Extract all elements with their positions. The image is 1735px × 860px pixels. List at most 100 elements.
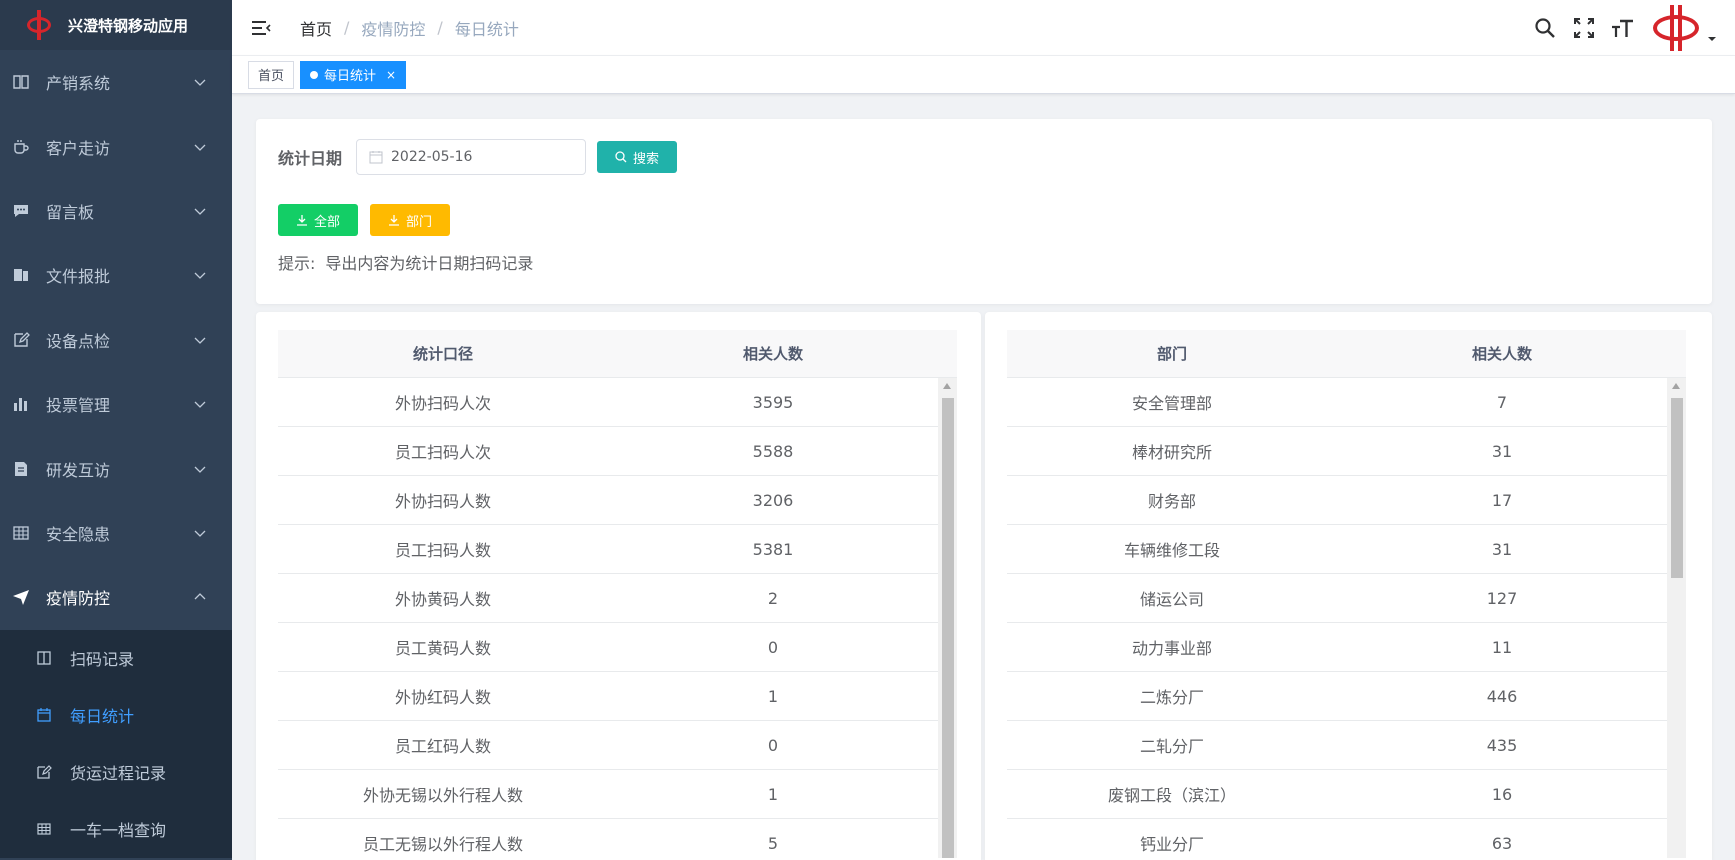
date-value: 2022-05-16 [391,149,473,165]
chevron-down-icon [194,337,206,344]
sidebar-item-sales[interactable]: 产销系统 [0,50,232,114]
calendar-icon [36,707,52,723]
sidebar-item-message-board[interactable]: 留言板 [0,179,232,243]
column-header[interactable]: 相关人数 [1337,330,1667,377]
coffee-icon [12,138,30,156]
scrollbar[interactable] [938,378,957,858]
table-row[interactable]: 外协无锡以外行程人数 1 [278,770,957,819]
nav-right [1518,0,1717,56]
chevron-down-icon [194,530,206,537]
sidebar-item-scan-records[interactable]: 扫码记录 [0,630,232,687]
table-row[interactable]: 棒材研究所 31 [1007,427,1686,476]
table-row[interactable]: 员工扫码人次 5588 [278,427,957,476]
logo-icon [24,10,54,40]
breadcrumb-separator: / [344,18,350,37]
table-row[interactable]: 员工红码人数 0 [278,721,957,770]
sidebar-item-customer-visit[interactable]: 客户走访 [0,114,232,178]
table-row[interactable]: 安全管理部 7 [1007,378,1686,427]
table-row[interactable]: 储运公司 127 [1007,574,1686,623]
stats-table: 统计口径 相关人数 外协扫码人次 3595 员工扫码人次 5588 外协扫码人数 32… [278,330,957,858]
navbar: 首页 / 疫情防控 / 每日统计 [232,0,1735,56]
export-dept-button[interactable]: 部门 [370,204,451,236]
chevron-up-icon [194,593,206,600]
file-icon [12,460,30,478]
chevron-down-icon [194,79,206,87]
chevron-down-icon [194,466,206,473]
documents-icon [12,266,30,284]
table-row[interactable]: 员工无锡以外行程人数 5 [278,819,957,858]
tags-view: 首页 每日统计 × [232,56,1735,94]
scrollbar[interactable] [1667,378,1686,858]
sidebar-item-vehicle-query[interactable]: 一车一档查询 [0,801,232,858]
book-icon [12,73,30,91]
grid-icon [36,821,52,837]
table-row[interactable]: 车辆维修工段 31 [1007,525,1686,574]
tag-home[interactable]: 首页 [248,60,295,89]
sidebar-item-epidemic-control[interactable]: 疫情防控 [0,565,232,629]
scroll-up-icon[interactable] [943,383,951,389]
sidebar-item-file-approval[interactable]: 文件报批 [0,243,232,307]
calendar-icon [369,151,383,164]
table-body: 安全管理部 7 棒材研究所 31 财务部 17 车辆维修工段 31 储运公司 127 动力… [1007,378,1686,858]
chevron-down-icon [194,401,206,409]
app-title: 兴澄特钢移动应用 [68,16,189,35]
table-header: 统计口径 相关人数 [278,330,957,378]
table-row[interactable]: 二炼分厂 446 [1007,672,1686,721]
column-header[interactable]: 相关人数 [608,330,938,377]
search-button[interactable]: 搜索 [597,141,678,173]
close-icon[interactable]: × [386,68,396,82]
chevron-down-icon [194,208,206,215]
table-row[interactable]: 员工黄码人数 0 [278,623,957,672]
fullscreen-icon[interactable] [1572,16,1596,40]
sidebar-item-vote-management[interactable]: 投票管理 [0,372,232,436]
filter-card: 统计日期 2022-05-16 搜索 全部 部门 提示: 导出内容为统计日期扫码记… [256,119,1712,304]
book-icon [36,650,52,666]
table-row[interactable]: 财务部 17 [1007,476,1686,525]
sidebar: 兴澄特钢移动应用 产销系统 客户走访 留言板 文件报批 设备点检 投票管理 研发… [0,0,232,860]
download-icon [297,215,307,226]
search-icon [615,151,627,163]
column-header[interactable]: 统计口径 [278,330,608,377]
table-row[interactable]: 员工扫码人数 5381 [278,525,957,574]
department-table-card: 部门 相关人数 安全管理部 7 棒材研究所 31 财务部 17 车辆维修工段 31 储运… [985,312,1712,860]
sidebar-item-daily-stats[interactable]: 每日统计 [0,687,232,744]
caret-down-icon[interactable] [1707,34,1717,44]
breadcrumb-home[interactable]: 首页 [300,16,332,40]
table-row[interactable]: 外协扫码人数 3206 [278,476,957,525]
send-icon [12,588,30,606]
export-buttons: 全部 部门 [278,204,451,236]
scroll-up-icon[interactable] [1672,383,1680,389]
avatar[interactable] [1651,3,1701,53]
font-size-icon[interactable] [1611,16,1635,40]
active-dot [310,70,319,79]
search-icon[interactable] [1533,16,1557,40]
table-row[interactable]: 外协黄码人数 2 [278,574,957,623]
sidebar-item-freight-records[interactable]: 货运过程记录 [0,744,232,801]
edit-icon [12,331,30,349]
scrollbar-thumb[interactable] [942,398,954,858]
table-body: 外协扫码人次 3595 员工扫码人次 5588 外协扫码人数 3206 员工扫码人数 5… [278,378,957,858]
message-icon [12,202,30,220]
logo-bar: 兴澄特钢移动应用 [0,0,232,50]
sidebar-item-rd-visit[interactable]: 研发互访 [0,436,232,500]
chevron-down-icon [194,272,206,280]
tag-daily-stats[interactable]: 每日统计 × [300,60,407,89]
hamburger-icon[interactable] [250,17,272,39]
column-header[interactable]: 部门 [1007,330,1337,377]
table-row[interactable]: 废钢工段（滨江） 16 [1007,770,1686,819]
sidebar-item-equipment-check[interactable]: 设备点检 [0,308,232,372]
table-row[interactable]: 二轧分厂 435 [1007,721,1686,770]
breadcrumb-separator: / [437,18,443,37]
table-row[interactable]: 外协扫码人次 3595 [278,378,957,427]
breadcrumb-current: 每日统计 [454,19,519,39]
table-row[interactable]: 钙业分厂 63 [1007,819,1686,858]
stats-table-card: 统计口径 相关人数 外协扫码人次 3595 员工扫码人次 5588 外协扫码人数 32… [256,312,981,860]
date-picker[interactable]: 2022-05-16 [356,139,587,175]
breadcrumb-epidemic: 疫情防控 [361,19,426,39]
table-row[interactable]: 动力事业部 11 [1007,623,1686,672]
scrollbar-thumb[interactable] [1671,398,1683,578]
table-row[interactable]: 外协红码人数 1 [278,672,957,721]
export-all-button[interactable]: 全部 [278,204,359,236]
sidebar-item-safety-hazard[interactable]: 安全隐患 [0,501,232,565]
chevron-down-icon [194,144,206,151]
